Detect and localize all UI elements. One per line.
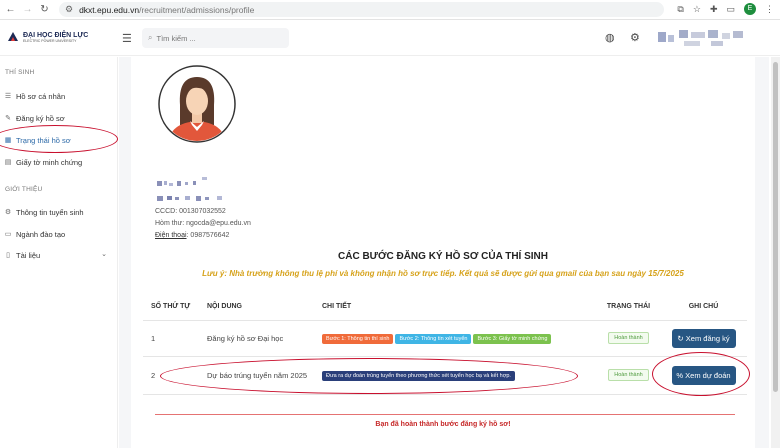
view-prediction-button[interactable]: % Xem dự đoán [671, 365, 736, 385]
browser-toolbar: ← → ↻ ⚙ dkxt.epu.edu.vn/recruitment/admi… [0, 0, 780, 20]
sidebar: THÍ SINH ☰ Hồ sơ cá nhân ✎ Đăng ký hồ sơ… [0, 57, 118, 448]
completion-message: Bạn đã hoàn thành bước đăng ký hồ sơ! [375, 421, 511, 428]
section-candidate: THÍ SINH [5, 69, 35, 76]
button-label: Xem dự đoán [685, 370, 731, 380]
logo-mark-icon [8, 32, 18, 41]
status-badge: Hoàn thành [608, 369, 649, 381]
section-intro: GIỚI THIỆU [5, 186, 43, 193]
status-badge: Hoàn thành [608, 332, 649, 344]
sidebar-item-admission-info[interactable]: ⚙ Thông tin tuyển sinh [4, 206, 84, 218]
step-tag[interactable]: Bước 1: Thông tin thí sinh [322, 333, 394, 344]
gear-icon[interactable]: ⚙ [630, 31, 640, 44]
profile-avatar[interactable]: E [744, 3, 756, 15]
email-text: Hòm thư: ngocda@epu.edu.vn [155, 220, 251, 227]
phone-text: Điện thoại: 0987576642 [155, 232, 229, 239]
col-detail: CHI TIẾT [314, 294, 597, 321]
globe-icon[interactable]: ◍ [605, 31, 615, 44]
row-number: 2 [143, 356, 199, 395]
forward-icon[interactable]: → [21, 3, 34, 16]
calendar-icon: ▦ [4, 137, 12, 144]
install-icon[interactable]: ⧉ [677, 4, 683, 15]
sidebar-item-label: Hồ sơ cá nhân [16, 91, 66, 101]
sidebar-item-personal-profile[interactable]: ☰ Hồ sơ cá nhân [4, 90, 65, 102]
sidebar-item-label: Trạng thái hồ sơ [16, 135, 71, 145]
search-box[interactable]: ⌕ [142, 28, 289, 48]
step-tag[interactable]: Bước 2: Thông tin xét tuyển [395, 333, 472, 344]
gear-icon: ⚙ [4, 209, 12, 216]
sidebar-item-label: Giấy tờ minh chứng [16, 157, 83, 167]
sidebar-item-documents[interactable]: ▤ Giấy tờ minh chứng [4, 156, 83, 168]
row-content: Đăng ký hồ sơ Đại học [199, 320, 314, 357]
sidebar-item-documents-library[interactable]: ▯ Tài liệu [4, 249, 40, 261]
prediction-tag[interactable]: Đưa ra dự đoán trúng tuyển theo phương t… [322, 370, 515, 381]
search-icon: ⌕ [148, 33, 153, 42]
sidebar-item-label: Thông tin tuyển sinh [16, 207, 84, 217]
table-row: 2 Dự báo trúng tuyển năm 2025 Đưa ra dự … [143, 356, 747, 395]
extensions-icon[interactable]: ✚ [710, 4, 718, 15]
row-status: Hoàn thành [597, 320, 660, 357]
cccd-text: CCCD: 001307032552 [155, 208, 226, 215]
edit-icon: ✎ [5, 115, 11, 122]
app-header: ĐẠI HỌC ĐIỆN LỰC ELECTRIC POWER UNIVERSI… [0, 20, 780, 56]
back-icon[interactable]: ← [4, 3, 17, 16]
sidebar-item-label: Tài liệu [16, 250, 41, 260]
row-content: Dự báo trúng tuyển năm 2025 [199, 356, 314, 395]
col-content: NỘI DUNG [199, 294, 314, 321]
book-icon: ▭ [4, 231, 12, 238]
phone-value: : 0987576642 [186, 232, 230, 239]
table-header-row: SỐ THỨ TỰ NỘI DUNG CHI TIẾT TRẠNG THÁI G… [143, 294, 747, 321]
address-bar[interactable]: ⚙ dkxt.epu.edu.vn/recruitment/admissions… [59, 2, 664, 17]
step-tag[interactable]: Bước 3: Giấy tờ minh chứng [473, 333, 552, 344]
url-host: dkxt.epu.edu.vn [79, 4, 140, 15]
chevron-down-icon[interactable]: ⌄ [101, 250, 107, 258]
row-detail: Đưa ra dự đoán trúng tuyển theo phương t… [314, 356, 597, 395]
reload-icon[interactable]: ↻ [38, 3, 51, 16]
col-status: TRẠNG THÁI [597, 294, 660, 321]
sidebar-item-label: Đăng ký hồ sơ [16, 113, 65, 123]
page-scrollbar[interactable] [771, 57, 780, 448]
search-input[interactable] [156, 33, 277, 43]
steps-table: SỐ THỨ TỰ NỘI DUNG CHI TIẾT TRẠNG THÁI G… [143, 294, 747, 395]
table-row: 1 Đăng ký hồ sơ Đại học Bước 1: Thông ti… [143, 320, 747, 357]
sidebar-item-register[interactable]: ✎ Đăng ký hồ sơ [4, 112, 65, 124]
notice-text: Lưu ý: Nhà trường không thu lệ phí và kh… [202, 269, 684, 278]
sidebar-item-majors[interactable]: ▭ Ngành đào tạo [4, 228, 66, 240]
col-note: GHI CHÚ [660, 294, 747, 321]
sidepanel-icon[interactable]: ▭ [726, 4, 735, 15]
avatar [158, 65, 236, 143]
row-action: ↻ Xem đăng ký [660, 320, 747, 357]
profile-card: CCCD: 001307032552 Hòm thư: ngocda@epu.e… [131, 57, 755, 448]
col-no: SỐ THỨ TỰ [143, 294, 199, 321]
steps-title: CÁC BƯỚC ĐĂNG KÝ HỒ SƠ CỦA THÍ SINH [338, 251, 548, 262]
logo-subtitle: ELECTRIC POWER UNIVERSITY [23, 38, 77, 43]
bookmark-star-icon[interactable]: ☆ [693, 4, 701, 15]
menu-toggle-icon[interactable]: ☰ [122, 32, 132, 45]
percent-icon: % [676, 370, 684, 380]
logo-title: ĐẠI HỌC ĐIỆN LỰC [23, 31, 89, 39]
scroll-thumb[interactable] [773, 62, 778, 392]
button-label: Xem đăng ký [685, 333, 730, 343]
university-logo[interactable]: ĐẠI HỌC ĐIỆN LỰC ELECTRIC POWER UNIVERSI… [6, 30, 88, 44]
browser-menu-icon[interactable]: ⋮ [765, 4, 774, 15]
row-status: Hoàn thành [597, 356, 660, 395]
main-content: CCCD: 001307032552 Hòm thư: ngocda@epu.e… [119, 57, 769, 448]
row-action: % Xem dự đoán [660, 356, 747, 395]
sidebar-item-label: Ngành đào tạo [16, 229, 66, 239]
url-path: /recruitment/admissions/profile [139, 4, 255, 15]
phone-label: Điện thoại [155, 232, 187, 239]
document-icon: ▯ [6, 252, 10, 259]
file-icon: ▤ [4, 159, 12, 166]
row-detail: Bước 1: Thông tin thí sinh Bước 2: Thông … [314, 320, 597, 357]
divider [155, 414, 735, 415]
refresh-icon: ↻ [677, 333, 684, 343]
sidebar-item-status[interactable]: ▦ Trạng thái hồ sơ [4, 134, 71, 146]
list-icon: ☰ [4, 93, 12, 100]
view-registration-button[interactable]: ↻ Xem đăng ký [671, 328, 736, 348]
site-settings-icon[interactable]: ⚙ [65, 4, 73, 15]
row-number: 1 [143, 320, 199, 357]
